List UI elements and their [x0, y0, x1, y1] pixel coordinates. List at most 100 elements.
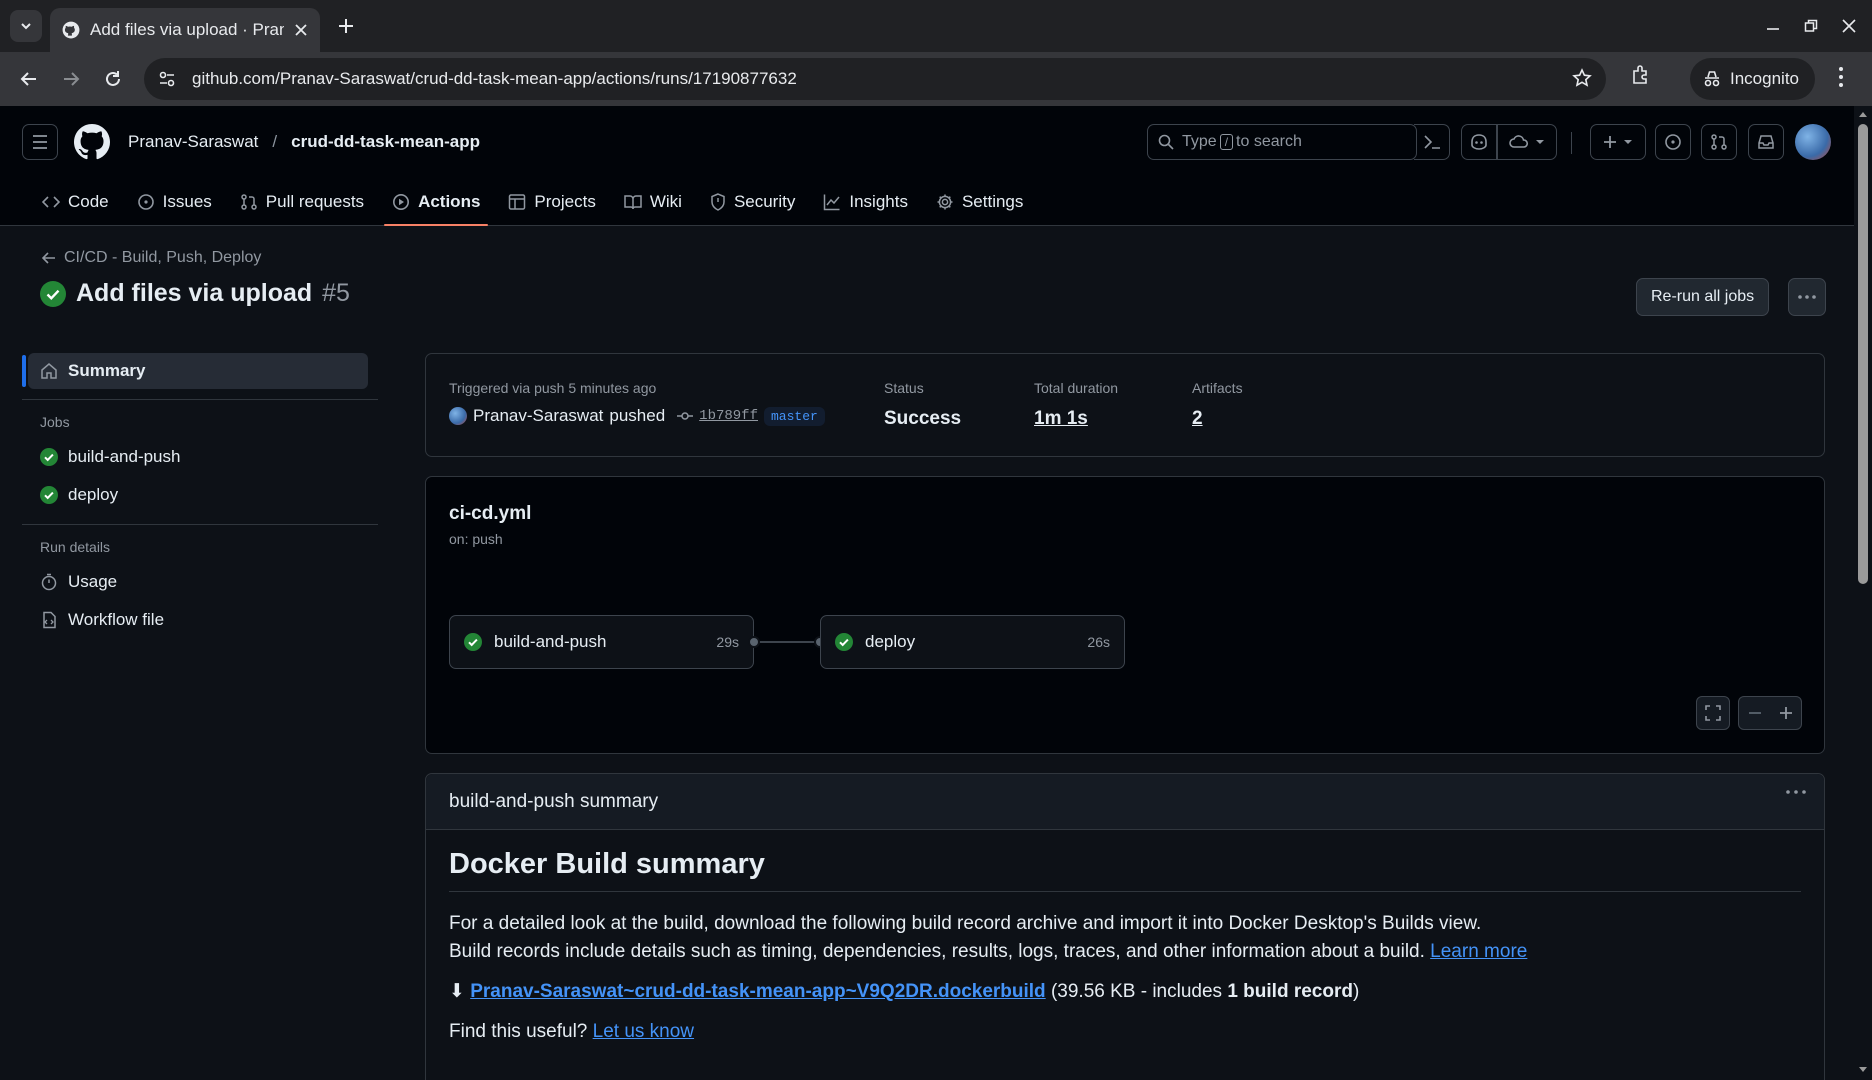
incognito-indicator[interactable]: Incognito [1690, 58, 1815, 100]
archive-download-link[interactable]: Pranav-Saraswat~crud-dd-task-mean-app~V9… [470, 981, 1045, 1002]
fullscreen-button[interactable] [1696, 696, 1730, 730]
tab-projects[interactable]: Projects [494, 178, 609, 226]
zoom-controls [1738, 696, 1802, 730]
tab-wiki[interactable]: Wiki [610, 178, 696, 226]
let-us-know-link[interactable]: Let us know [593, 1021, 694, 1042]
zoom-in-icon[interactable] [1779, 706, 1793, 720]
browser-chrome: Add files via upload · Pran github.com/P… [0, 0, 1872, 106]
owner-link[interactable]: Pranav-Saraswat [128, 132, 258, 152]
scrollbar-thumb[interactable] [1858, 124, 1868, 584]
run-trigger-card: Triggered via push 5 minutes ago Pranav-… [425, 353, 1825, 457]
close-window-button[interactable] [1834, 12, 1864, 40]
job-summary-body: Docker Build summary For a detailed look… [426, 830, 1824, 1064]
kebab-horizontal-icon[interactable] [1786, 790, 1806, 794]
sidebar-job-label: deploy [68, 485, 119, 504]
branch-badge[interactable]: master [763, 406, 825, 426]
tab-code[interactable]: Code [28, 178, 123, 226]
play-icon [393, 194, 410, 210]
duration-column: Total duration 1m 1s [1034, 380, 1118, 430]
hamburger-icon [33, 135, 47, 149]
summary-description: For a detailed look at the build, downlo… [449, 910, 1801, 966]
commit-sha-link[interactable]: 1b789ff [699, 408, 758, 424]
inbox-button[interactable] [1748, 124, 1784, 160]
commit-icon [677, 412, 694, 420]
tab-search-button[interactable] [10, 10, 42, 42]
stopwatch-icon [41, 573, 57, 591]
browser-menu-icon[interactable] [1838, 66, 1844, 88]
tab-insights[interactable]: Insights [809, 178, 922, 226]
back-button[interactable] [14, 64, 44, 94]
user-avatar[interactable] [1795, 124, 1831, 160]
home-icon [41, 363, 57, 379]
archive-line: ⬇ Pranav-Saraswat~crud-dd-task-mean-app~… [449, 978, 1801, 1006]
close-icon[interactable] [294, 23, 308, 37]
reload-button[interactable] [98, 64, 128, 94]
check-circle-icon [40, 280, 66, 307]
duration-link[interactable]: 1m 1s [1034, 408, 1118, 430]
run-more-options-button[interactable] [1788, 278, 1826, 316]
command-palette-button[interactable] [1414, 124, 1450, 160]
sidebar-item-workflow-file[interactable]: Workflow file [22, 601, 378, 639]
minimize-icon [1767, 28, 1779, 30]
workflow-file-name: ci-cd.yml [449, 503, 532, 524]
issues-button[interactable] [1655, 124, 1691, 160]
sidebar-item-summary[interactable]: Summary [22, 353, 368, 389]
download-icon: ⬇ [449, 981, 465, 1002]
zoom-out-icon[interactable] [1748, 706, 1762, 720]
tab-settings[interactable]: Settings [922, 178, 1037, 226]
check-circle-icon [835, 633, 853, 651]
sidebar-item-deploy[interactable]: deploy [22, 476, 378, 514]
browser-tab[interactable]: Add files via upload · Pran [50, 8, 320, 52]
sidebar-item-build-and-push[interactable]: build-and-push [22, 438, 378, 476]
global-nav-menu-button[interactable] [22, 124, 58, 160]
scroll-up-icon[interactable] [1858, 110, 1868, 118]
bookmark-star-icon[interactable] [1572, 68, 1592, 88]
copilot-button[interactable] [1461, 124, 1497, 160]
search-icon [1158, 134, 1174, 150]
forward-button[interactable] [56, 64, 86, 94]
address-bar[interactable]: github.com/Pranav-Saraswat/crud-dd-task-… [144, 58, 1606, 100]
job-connector [754, 641, 820, 643]
minimize-button[interactable] [1758, 12, 1788, 40]
connector-dot [748, 636, 760, 648]
reload-icon [106, 71, 120, 86]
github-logo-icon[interactable] [74, 124, 110, 160]
pull-requests-button[interactable] [1701, 124, 1737, 160]
sidebar-item-usage[interactable]: Usage [22, 563, 378, 601]
restore-button[interactable] [1796, 12, 1826, 40]
actions-run-page: CI/CD - Build, Push, Deploy Add files vi… [0, 227, 1854, 1080]
learn-more-link[interactable]: Learn more [1430, 941, 1527, 962]
artifacts-link[interactable]: 2 [1192, 408, 1243, 430]
check-circle-icon [40, 486, 58, 504]
browser-toolbar: github.com/Pranav-Saraswat/crud-dd-task-… [0, 52, 1872, 106]
status-column: Status Success [884, 380, 961, 430]
site-info-icon[interactable] [158, 70, 176, 88]
tab-security[interactable]: Security [696, 178, 809, 226]
search-input[interactable]: Type / to search [1147, 124, 1417, 160]
workflow-back-link[interactable]: CI/CD - Build, Push, Deploy [42, 249, 261, 267]
repo-link[interactable]: crud-dd-task-mean-app [291, 132, 480, 152]
tab-actions[interactable]: Actions [378, 178, 494, 226]
new-tab-button[interactable] [333, 13, 359, 39]
rerun-all-jobs-button[interactable]: Re-run all jobs [1636, 278, 1770, 316]
trigger-label: Triggered via push 5 minutes ago [449, 380, 657, 396]
gear-icon [937, 194, 953, 210]
chevron-down-icon [1536, 140, 1544, 144]
copilot-menu-button[interactable] [1497, 124, 1557, 160]
create-new-button[interactable] [1590, 124, 1646, 160]
page-scrollbar[interactable] [1854, 106, 1872, 1080]
scroll-down-icon[interactable] [1858, 1066, 1868, 1074]
plus-icon [339, 19, 353, 33]
summary-para-2: Build records include details such as ti… [449, 941, 1425, 962]
tab-strip: Add files via upload · Pran [0, 0, 1872, 52]
graph-job-deploy[interactable]: deploy 26s [820, 615, 1125, 669]
tab-issues[interactable]: Issues [123, 178, 226, 226]
workflow-name: CI/CD - Build, Push, Deploy [64, 249, 262, 266]
chevron-down-icon [1624, 140, 1632, 144]
tab-pull-requests[interactable]: Pull requests [226, 178, 378, 226]
extensions-icon[interactable] [1630, 64, 1652, 86]
graph-job-build-and-push[interactable]: build-and-push 29s [449, 615, 754, 669]
status-value: Success [884, 408, 962, 429]
actor-name[interactable]: Pranav-Saraswat [473, 406, 603, 426]
sidebar-usage-label: Usage [68, 572, 118, 591]
